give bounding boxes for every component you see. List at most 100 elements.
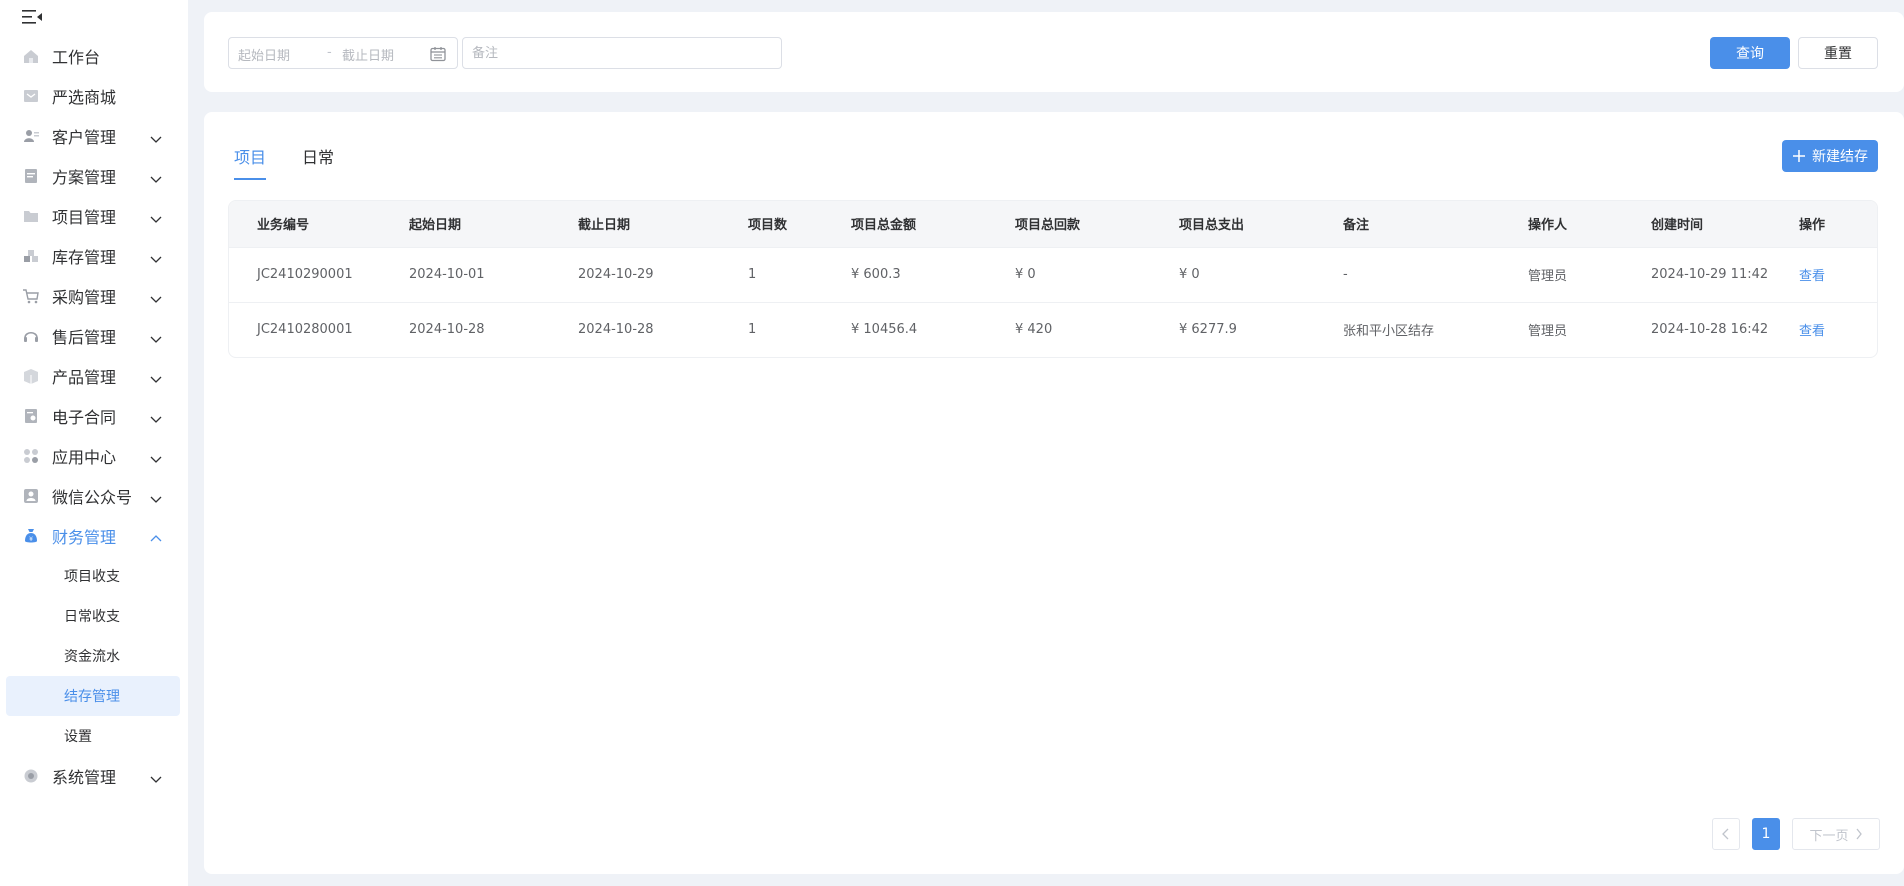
tab-daily[interactable]: 日常 bbox=[302, 144, 334, 180]
prev-page-button[interactable] bbox=[1712, 818, 1740, 850]
settings-icon bbox=[22, 767, 40, 785]
reset-button[interactable]: 重置 bbox=[1798, 37, 1878, 69]
column-header: 项目总支出 bbox=[1179, 218, 1245, 234]
sidebar-item-label: 产品管理 bbox=[52, 368, 117, 387]
remark-input[interactable] bbox=[462, 37, 782, 69]
inventory-icon bbox=[22, 247, 40, 265]
table-cell: ¥ 6277.9 bbox=[1179, 322, 1237, 338]
sidebar-item-label: 应用中心 bbox=[52, 448, 117, 467]
column-header: 业务编号 bbox=[257, 218, 310, 234]
sidebar-subitem[interactable]: 资金流水 bbox=[0, 636, 188, 676]
next-page-button[interactable]: 下一页 bbox=[1792, 818, 1880, 850]
new-balance-label: 新建结存 bbox=[1812, 149, 1868, 165]
sidebar-subitem[interactable]: 设置 bbox=[0, 716, 188, 756]
filter-bar: 起始日期 - 截止日期 查询 重置 bbox=[204, 12, 1904, 92]
table-cell: - bbox=[1343, 267, 1348, 282]
sidebar-item-label: 工作台 bbox=[52, 48, 101, 67]
home-icon bbox=[22, 47, 40, 65]
sidebar-item-wechat[interactable]: 微信公众号 bbox=[0, 476, 188, 516]
view-link[interactable]: 查看 bbox=[1799, 324, 1825, 339]
sidebar-item-cart[interactable]: 采购管理 bbox=[0, 276, 188, 316]
chevron-down-icon bbox=[150, 450, 162, 463]
sidebar-item-settings[interactable]: 系统管理 bbox=[0, 756, 188, 796]
sidebar-item-plan[interactable]: 方案管理 bbox=[0, 156, 188, 196]
column-header: 操作 bbox=[1799, 218, 1826, 234]
sidebar-subitem[interactable]: 日常收支 bbox=[0, 596, 188, 636]
table-cell: JC2410290001 bbox=[257, 267, 353, 282]
table-cell: ¥ 0 bbox=[1179, 267, 1200, 282]
contract-icon bbox=[22, 407, 40, 425]
page-number-1[interactable]: 1 bbox=[1752, 818, 1780, 850]
headset-icon bbox=[22, 327, 40, 345]
column-header: 项目总回款 bbox=[1015, 218, 1081, 234]
sidebar-item-folder[interactable]: 项目管理 bbox=[0, 196, 188, 236]
chevron-down-icon bbox=[150, 490, 162, 503]
sidebar-item-headset[interactable]: 售后管理 bbox=[0, 316, 188, 356]
chevron-right-icon bbox=[1855, 828, 1862, 840]
table-cell: 1 bbox=[748, 322, 757, 338]
calendar-icon[interactable] bbox=[429, 45, 447, 63]
shop-icon bbox=[22, 87, 40, 105]
chevron-down-icon bbox=[150, 170, 162, 183]
table-row: JC2410290001 2024-10-01 2024-10-29 1 ¥ 600.3… bbox=[229, 247, 1877, 302]
sidebar-item-label: 系统管理 bbox=[52, 768, 117, 787]
side-menu: 工作台严选商城客户管理方案管理项目管理库存管理采购管理售后管理产品管理电子合同应… bbox=[0, 36, 188, 796]
sidebar-item-customer[interactable]: 客户管理 bbox=[0, 116, 188, 156]
balance-list-card: 项目 日常 新建结存 业务编号 起始日期 截止日期 项目数 项目总金额 项目总回款 项目总支… bbox=[204, 112, 1904, 874]
chevron-down-icon bbox=[150, 330, 162, 343]
table-cell: 2024-10-28 16:42 bbox=[1651, 322, 1769, 338]
chevron-down-icon bbox=[150, 370, 162, 383]
sidebar-subitem[interactable]: 项目收支 bbox=[0, 556, 188, 596]
action-cell: 查看 bbox=[1799, 302, 1877, 357]
next-page-label: 下一页 bbox=[1809, 828, 1849, 844]
query-button[interactable]: 查询 bbox=[1710, 37, 1790, 69]
view-link[interactable]: 查看 bbox=[1799, 269, 1825, 284]
table-cell: 2024-10-28 bbox=[578, 322, 654, 338]
chevron-down-icon bbox=[150, 210, 162, 223]
sidebar-item-label: 项目管理 bbox=[52, 208, 117, 227]
chevron-up-icon bbox=[150, 530, 162, 542]
cart-icon bbox=[22, 287, 40, 305]
action-cell: 查看 bbox=[1799, 247, 1877, 302]
sidebar-item-label: 微信公众号 bbox=[52, 488, 133, 507]
sidebar-item-home[interactable]: 工作台 bbox=[0, 36, 188, 76]
sidebar-item-shop[interactable]: 严选商城 bbox=[0, 76, 188, 116]
start-date-placeholder: 起始日期 bbox=[238, 49, 291, 64]
chevron-left-icon bbox=[1722, 828, 1729, 840]
apps-icon bbox=[22, 447, 40, 465]
table-header-row: 业务编号 起始日期 截止日期 项目数 项目总金额 项目总回款 项目总支出 备注 操作人 创建时间 操… bbox=[229, 201, 1877, 247]
range-separator: - bbox=[327, 45, 332, 60]
tab-project[interactable]: 项目 bbox=[234, 144, 267, 180]
wechat-icon bbox=[22, 487, 40, 505]
sidebar-item-label: 库存管理 bbox=[52, 248, 117, 267]
chevron-down-icon bbox=[150, 770, 162, 783]
plan-icon bbox=[22, 167, 40, 185]
date-range-picker[interactable]: 起始日期 - 截止日期 bbox=[228, 37, 458, 69]
menu-collapse-icon[interactable] bbox=[22, 8, 44, 26]
table-cell: ¥ 600.3 bbox=[851, 267, 901, 282]
sidebar-item-product[interactable]: 产品管理 bbox=[0, 356, 188, 396]
sidebar-item-money-bag[interactable]: ¥ 财务管理 bbox=[0, 516, 188, 556]
table-cell: ¥ 420 bbox=[1015, 322, 1053, 338]
sidebar-item-inventory[interactable]: 库存管理 bbox=[0, 236, 188, 276]
product-icon bbox=[22, 367, 40, 385]
sidebar-subitem[interactable]: 结存管理 bbox=[6, 676, 180, 716]
column-header: 截止日期 bbox=[578, 218, 631, 234]
sidebar-item-contract[interactable]: 电子合同 bbox=[0, 396, 188, 436]
sidebar-item-label: 财务管理 bbox=[52, 528, 117, 547]
chevron-down-icon bbox=[150, 130, 162, 143]
folder-icon bbox=[22, 207, 40, 225]
sidebar-item-label: 严选商城 bbox=[52, 88, 117, 107]
money-bag-icon: ¥ bbox=[22, 527, 40, 545]
sidebar: 工作台严选商城客户管理方案管理项目管理库存管理采购管理售后管理产品管理电子合同应… bbox=[0, 0, 188, 886]
sidebar-item-label: 方案管理 bbox=[52, 168, 117, 187]
column-header: 起始日期 bbox=[409, 218, 462, 234]
table-cell: 2024-10-29 11:42 bbox=[1651, 267, 1769, 282]
table-cell: ¥ 10456.4 bbox=[851, 322, 918, 338]
sidebar-item-apps[interactable]: 应用中心 bbox=[0, 436, 188, 476]
column-header: 项目总金额 bbox=[851, 218, 917, 234]
new-balance-button[interactable]: 新建结存 bbox=[1782, 140, 1878, 172]
sidebar-item-label: 售后管理 bbox=[52, 328, 117, 347]
column-header: 操作人 bbox=[1528, 218, 1568, 234]
chevron-down-icon bbox=[150, 410, 162, 423]
